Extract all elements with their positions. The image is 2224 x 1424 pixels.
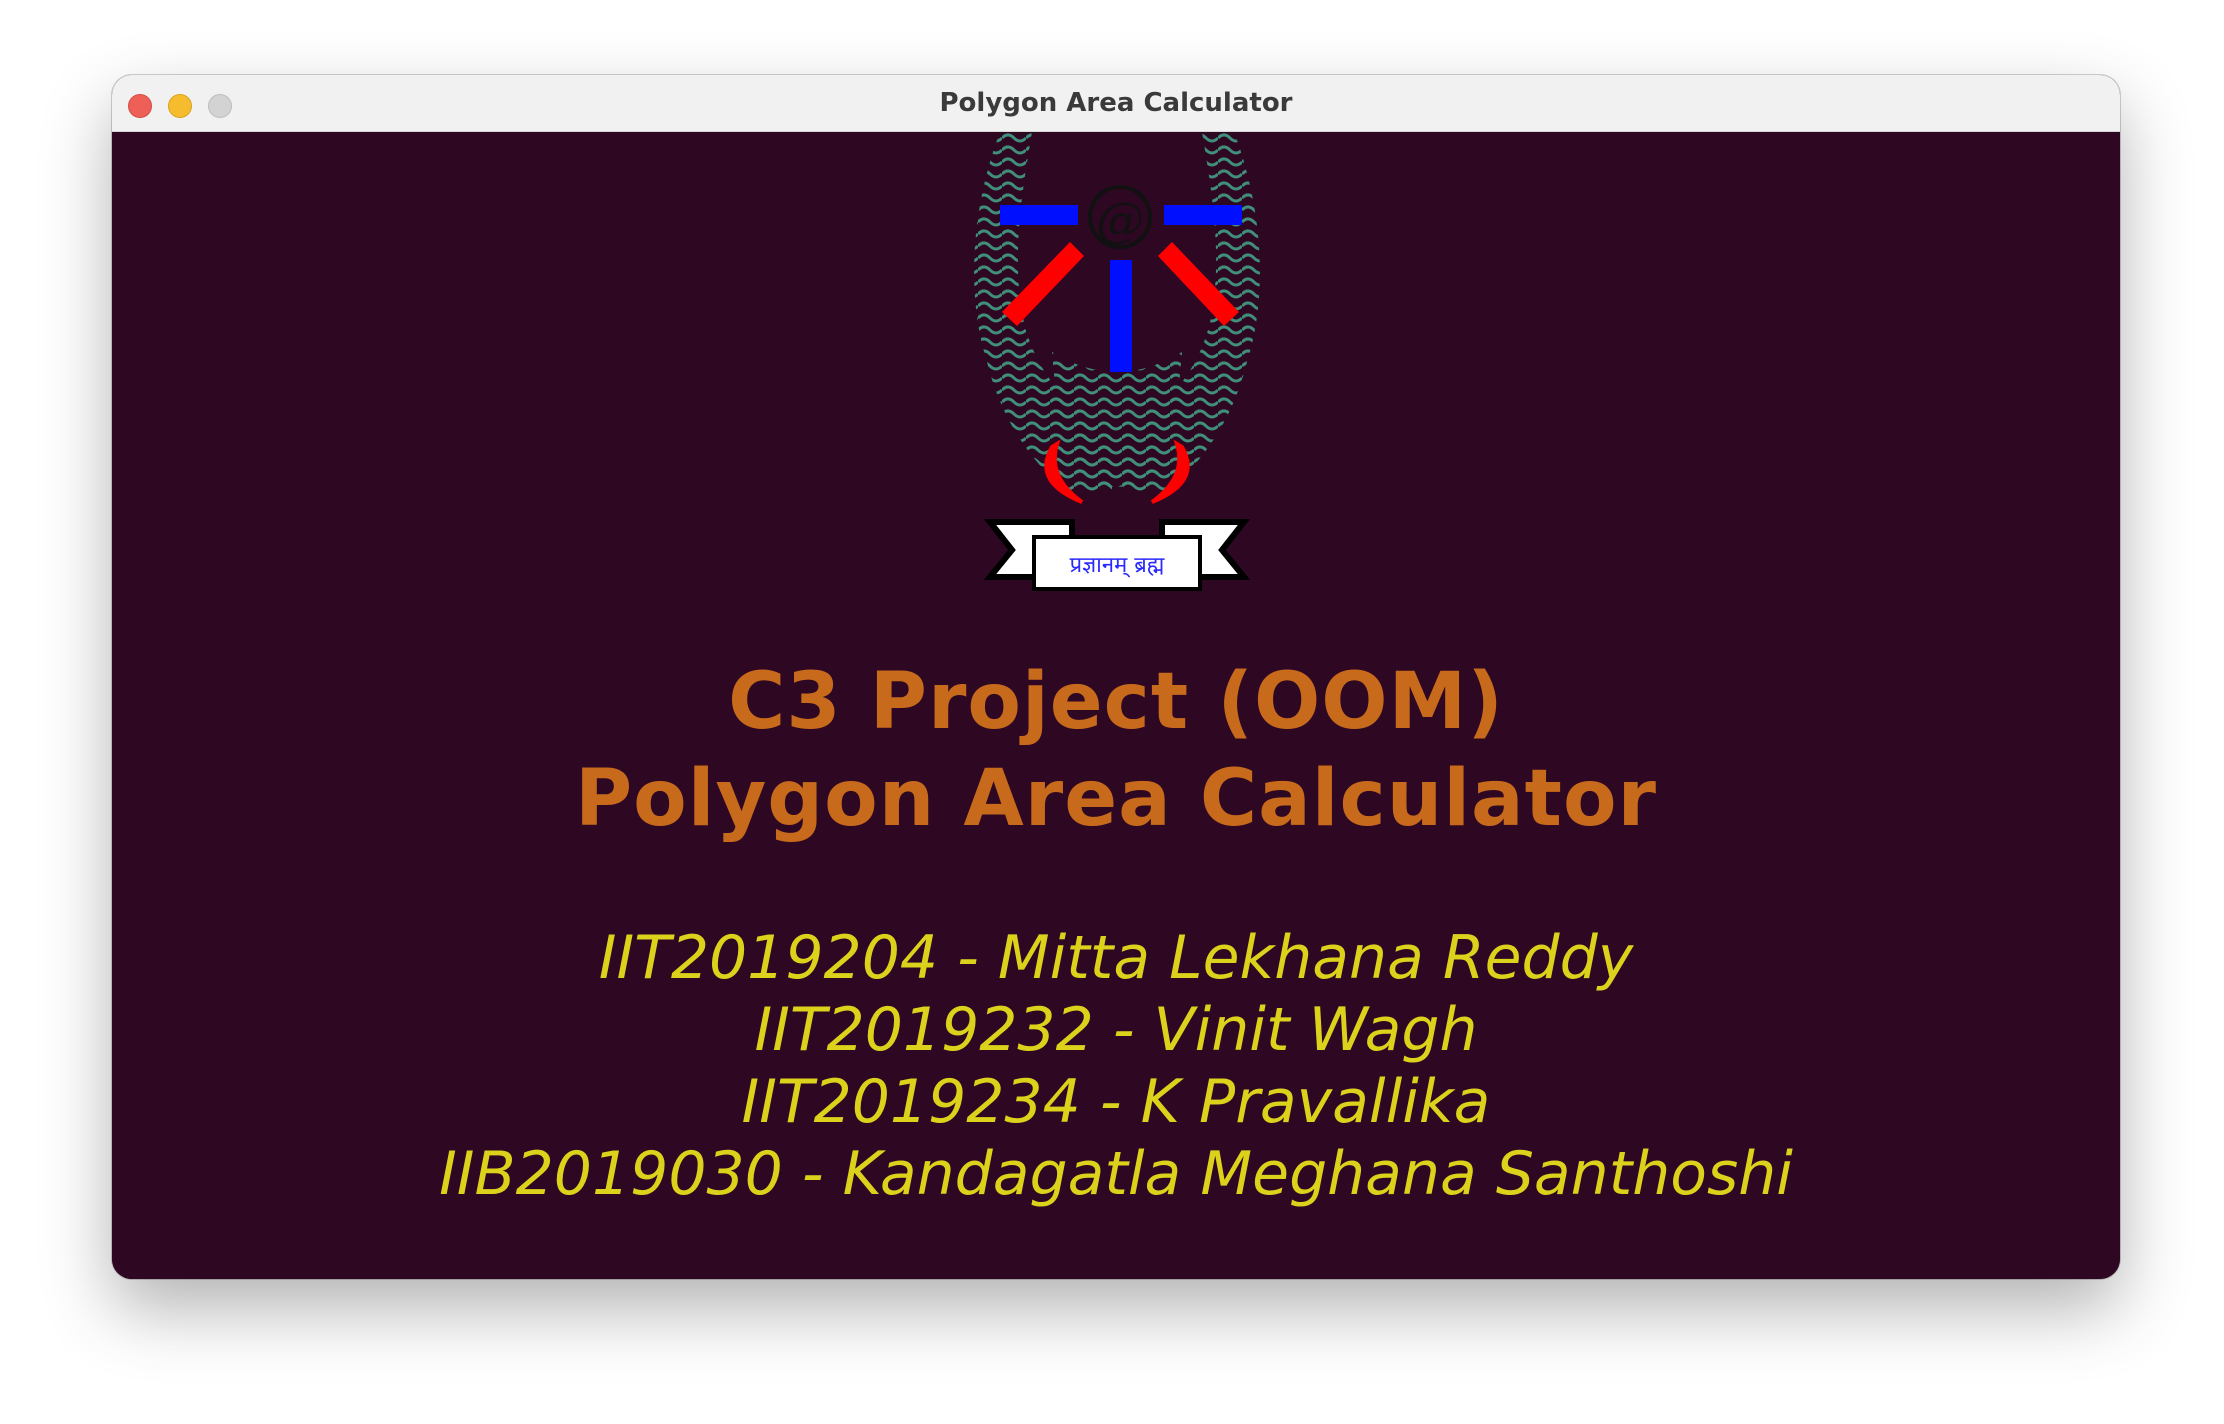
at-symbol: @ xyxy=(1096,192,1144,248)
center-body-shape xyxy=(1052,352,1182,487)
app-window: Polygon Area Calculator @ प्रज्ञानम् ब्र… xyxy=(112,75,2120,1279)
team-members-list: IIT2019204 - Mitta Lekhana Reddy IIT2019… xyxy=(112,922,2120,1210)
splash-content: @ प्रज्ञानम् ब्रह्म C3 Project (OOM) Pol… xyxy=(112,132,2120,1279)
blue-right-arm xyxy=(1164,205,1242,225)
blue-left-arm xyxy=(1000,205,1078,225)
title-bar[interactable]: Polygon Area Calculator xyxy=(112,75,2120,132)
ribbon-motto: प्रज्ञानम् ब्रह्म xyxy=(1070,553,1165,578)
team-member: IIT2019234 - K Pravallika xyxy=(741,1067,1491,1137)
team-member: IIT2019204 - Mitta Lekhana Reddy xyxy=(598,923,1634,993)
team-member: IIT2019232 - Vinit Wagh xyxy=(754,995,1478,1065)
blue-center-stem xyxy=(1110,260,1132,372)
team-member: IIB2019030 - Kandagatla Meghana Santhosh… xyxy=(439,1139,1793,1209)
project-title: C3 Project (OOM) xyxy=(728,657,1504,747)
window-title: Polygon Area Calculator xyxy=(939,88,1293,118)
app-subtitle: Polygon Area Calculator xyxy=(574,754,1658,844)
institute-logo: @ प्रज्ञानम् ब्रह्म xyxy=(974,132,1260,591)
